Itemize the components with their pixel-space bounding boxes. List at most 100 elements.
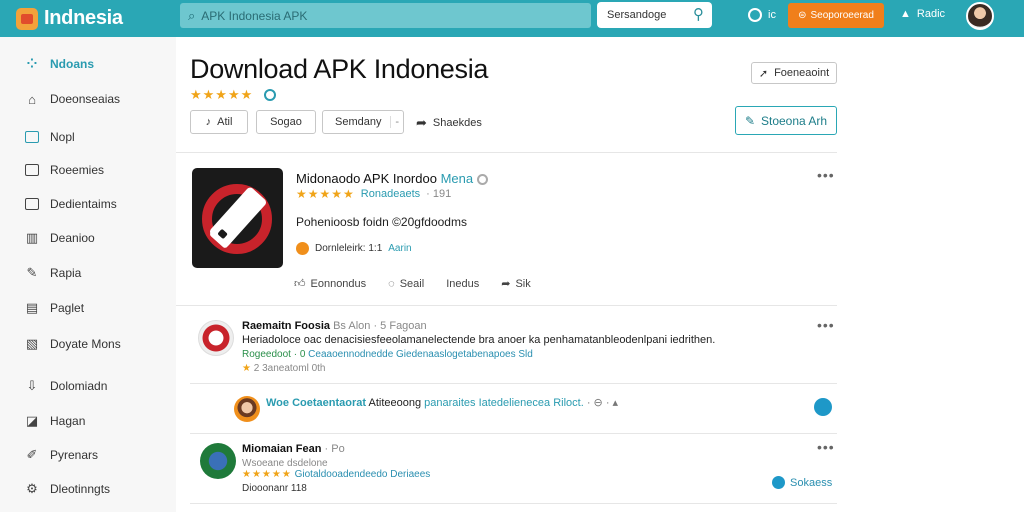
sidebar-item-label: Pyrenars: [50, 448, 99, 462]
sidebar-item-doeonseaias[interactable]: ⌂ Doeonseaias: [24, 91, 120, 107]
app-meta-text: Dornleleirk: 1:1: [315, 243, 383, 254]
comment-meta: Bs Alon · 5 Fagoan: [333, 320, 427, 332]
report-button[interactable]: ➚ Foeneaoint: [751, 62, 837, 84]
avatar[interactable]: [966, 2, 994, 30]
sidebar: ⁘ Ndoans ⌂ Doeonseaias Nopl Roeemies Ded…: [0, 37, 176, 512]
promo-label: Seoporoeerad: [810, 10, 874, 21]
comment-stats: Diooonanr 118: [242, 483, 307, 494]
help-icon: [748, 8, 762, 22]
solution-button[interactable]: Sokaess: [772, 476, 832, 489]
comment-stats-text: 2 3aneatoml 0th: [253, 363, 326, 374]
comment-text: Heriadoloce oac denacisiesfeeolamanelect…: [242, 334, 716, 346]
reply-avatar[interactable]: [234, 396, 260, 422]
reply-body: panaraites Iatedelienecea Riloct.: [424, 397, 584, 409]
page-title: Download APK Indonesia: [190, 54, 489, 84]
thumbs-up-icon: 👍︎: [294, 278, 306, 290]
comment-rating-links[interactable]: ★★★★★ Giotaldooadendeedo Deriaees: [242, 469, 430, 480]
app-icon[interactable]: [192, 168, 283, 268]
comment-avatar[interactable]: [198, 320, 234, 356]
more-options-icon[interactable]: •••: [817, 439, 835, 455]
promo-button[interactable]: ⊜ Seoporoeerad: [788, 3, 884, 28]
sidebar-item-deanioo[interactable]: ▥ Deanioo: [24, 230, 95, 245]
sidebar-item-rapia[interactable]: ✎ Rapia: [24, 265, 82, 280]
comment-meta: · Po: [324, 443, 345, 455]
sidebar-item-doyate-mons[interactable]: ▧ Doyate Mons: [24, 336, 121, 351]
sidebar-item-ndoans[interactable]: ⁘ Ndoans: [24, 56, 94, 71]
sidebar-item-dedientaims[interactable]: Dedientaims: [24, 197, 117, 211]
more-options-icon[interactable]: •••: [817, 317, 835, 333]
sidebar-item-pyrenars[interactable]: ✐ Pyrenars: [24, 447, 99, 462]
share-action[interactable]: ➦ Sik: [501, 277, 531, 291]
sidebar-item-dleotinngts[interactable]: ⚙ Dleotinngts: [24, 481, 110, 496]
sidebar-item-roeemies[interactable]: Roeemies: [24, 163, 104, 177]
app-stars: ★★★★★: [296, 187, 355, 201]
info-action[interactable]: Inedus: [446, 277, 479, 290]
app-meta-link[interactable]: Aarin: [388, 243, 411, 254]
reply-dark-text: Atiteeoong: [366, 397, 425, 409]
sort-dropdown[interactable]: Semdany -: [322, 110, 404, 134]
sidebar-item-label: Hagan: [50, 414, 86, 428]
comment-author-name: Raemaitn Foosia: [242, 320, 331, 332]
sidebar-item-label: Rapia: [50, 266, 82, 280]
star-icon: ★: [242, 363, 251, 374]
sidebar-item-label: Deanioo: [50, 231, 95, 245]
chart-icon: ▥: [25, 230, 39, 245]
edit-icon: ✎: [744, 113, 755, 128]
divider: [190, 383, 837, 384]
account-menu[interactable]: ▲ Radic: [900, 8, 945, 20]
user-icon: ▲: [900, 8, 911, 20]
help-button[interactable]: ic: [748, 8, 776, 22]
like-action[interactable]: 👍︎ Eonnondus: [294, 277, 366, 291]
comment-link-blue: Giotaldooadendeedo Deriaees: [294, 469, 431, 480]
top-bar: Indnesia ⌕ Sersandoge ⚲ ic ⊜ Seoporoeera…: [0, 0, 1024, 37]
comment-avatar[interactable]: [200, 443, 236, 479]
flag-icon: ➚: [758, 67, 769, 80]
logo-text: Indnesia: [44, 7, 123, 29]
search-icon: ⌕: [188, 7, 196, 23]
sidebar-item-dolomiadn[interactable]: ⇩ Dolomiadn: [24, 378, 108, 393]
share-button[interactable]: ➦ Shaekdes: [416, 115, 482, 131]
app-rating-count: 191: [432, 188, 452, 200]
divider: [190, 433, 837, 434]
filter-sogao-label: Sogao: [270, 116, 302, 128]
sort-dropdown-label: Semdany: [335, 116, 382, 128]
logo-icon: [16, 7, 38, 30]
comment-stats: ★ 2 3aneatoml 0th: [242, 363, 325, 374]
share-icon: ➦: [501, 278, 511, 290]
reply-icons: · ⊖ · ▴: [586, 397, 619, 409]
comment-author[interactable]: Miomaian Fean · Po: [242, 443, 345, 455]
comment-icon: ◌: [388, 277, 395, 290]
app-description: Pohenioosb foidn ©20gfdoodms: [296, 215, 467, 229]
filter-sogao-button[interactable]: Sogao: [256, 110, 316, 134]
search-input[interactable]: [201, 8, 572, 23]
box-icon: [24, 163, 40, 177]
magnifier-icon: ⚲: [693, 6, 704, 23]
search-bar[interactable]: ⌕: [180, 3, 591, 28]
more-options-icon[interactable]: •••: [817, 167, 835, 183]
sidebar-item-nopl[interactable]: Nopl: [24, 130, 75, 144]
info-action-label: Inedus: [446, 277, 480, 290]
comment-link-blue: Ceaaoennodnedde Giedenaaslogetabenapoes …: [308, 349, 533, 360]
home-icon: ⌂: [28, 91, 36, 107]
comment-links[interactable]: Rogeedoot · 0 Ceaaoennodnedde Giedenaasl…: [242, 349, 533, 360]
coin-icon: ⊜: [798, 10, 807, 21]
sidebar-item-paglet[interactable]: ▤ Paglet: [24, 300, 84, 315]
download-icon: ⇩: [26, 378, 38, 393]
music-icon: ♪: [205, 116, 212, 128]
sidebar-item-hagan[interactable]: ◪ Hagan: [24, 413, 86, 428]
comment-author[interactable]: Raemaitn Foosia Bs Alon · 5 Fagoan: [242, 320, 427, 332]
like-icon[interactable]: [814, 398, 832, 416]
app-title[interactable]: Midonaodo APK Inordoo Mena: [296, 171, 489, 186]
comment-link-green: Rogeedoot · 0: [242, 349, 306, 360]
logo[interactable]: Indnesia: [0, 7, 172, 30]
app-actions: 👍︎ Eonnondus ◌ Seail Inedus ➦ Sik: [294, 277, 531, 291]
filter-all-button[interactable]: ♪ Atil: [190, 110, 248, 134]
preview-button[interactable]: ✎ Stoeona Arh: [735, 106, 837, 135]
reply-author: Woe Coetaentaorat: [266, 397, 367, 409]
check-icon: [772, 476, 785, 489]
filter-all-label: Atil: [217, 116, 233, 128]
comment-action[interactable]: ◌ Seail: [388, 277, 424, 290]
reply-text: Woe Coetaentaorat Atiteeoong panaraites …: [266, 396, 618, 409]
divider: [176, 305, 837, 306]
search-button[interactable]: Sersandoge ⚲: [597, 2, 712, 28]
